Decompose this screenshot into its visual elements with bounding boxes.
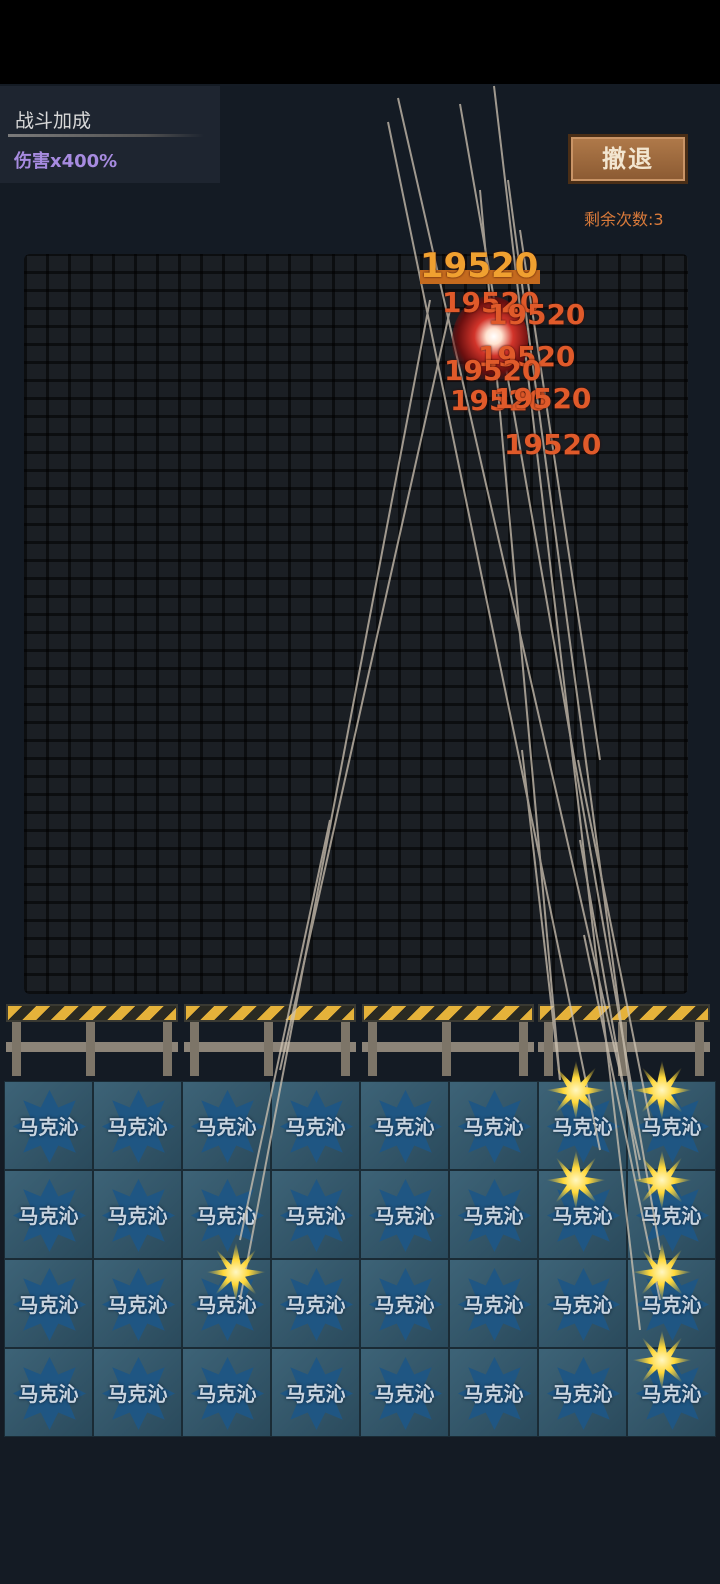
hero-slot[interactable]: 马克沁 bbox=[538, 1259, 627, 1348]
hero-name: 马克沁 bbox=[552, 1293, 613, 1317]
hero-grid: 马克沁 马克沁 马克沁 马克沁 马克沁 马克沁 马克沁 马克沁 马克沁 马克沁 马克沁 马克沁 马克沁马… bbox=[4, 1081, 716, 1437]
remaining-count: 剩余次数:3 bbox=[584, 210, 664, 229]
hero-name: 马克沁 bbox=[552, 1382, 613, 1406]
hero-slot[interactable]: 马克沁 bbox=[449, 1081, 538, 1170]
retreat-button[interactable]: 撤退 bbox=[568, 134, 688, 184]
damage-number: 19520 bbox=[494, 382, 592, 415]
battle-field bbox=[24, 254, 688, 994]
hero-name: 马克沁 bbox=[285, 1382, 346, 1406]
hero-slot[interactable]: 马克沁 bbox=[271, 1348, 360, 1437]
hero-name: 马克沁 bbox=[196, 1382, 257, 1406]
hero-name: 马克沁 bbox=[18, 1204, 79, 1228]
barricade bbox=[538, 1004, 710, 1076]
hero-slot[interactable]: 马克沁 bbox=[271, 1259, 360, 1348]
hero-name: 马克沁 bbox=[107, 1293, 168, 1317]
hero-slot[interactable]: 马克沁 bbox=[182, 1348, 271, 1437]
hero-name: 马克沁 bbox=[285, 1204, 346, 1228]
damage-multiplier: 伤害x400% bbox=[14, 151, 118, 172]
hero-name: 马克沁 bbox=[107, 1204, 168, 1228]
hero-name: 马克沁 bbox=[374, 1382, 435, 1406]
hero-slot[interactable]: 马克沁 bbox=[4, 1348, 93, 1437]
battle-bonus-panel: 战斗加成 伤害x400% bbox=[0, 86, 220, 183]
battle-bonus-title: 战斗加成 bbox=[15, 110, 92, 132]
hero-name: 马克沁 bbox=[463, 1382, 524, 1406]
hero-name: 马克沁 bbox=[463, 1293, 524, 1317]
hero-name: 马克沁 bbox=[641, 1115, 702, 1139]
hero-slot[interactable]: 马克沁 bbox=[182, 1170, 271, 1259]
hero-slot[interactable]: 马克沁 bbox=[4, 1259, 93, 1348]
hero-name: 马克沁 bbox=[18, 1293, 79, 1317]
hero-name: 马克沁 bbox=[374, 1204, 435, 1228]
barricade bbox=[184, 1004, 356, 1076]
divider bbox=[8, 134, 204, 137]
hero-name: 马克沁 bbox=[463, 1204, 524, 1228]
hero-slot[interactable]: 马克沁 bbox=[360, 1259, 449, 1348]
hero-name: 马克沁 bbox=[18, 1382, 79, 1406]
barricade bbox=[6, 1004, 178, 1076]
damage-number: 19520 bbox=[504, 428, 602, 461]
hero-slot[interactable]: 马克沁 bbox=[449, 1170, 538, 1259]
hero-slot[interactable]: 马克沁 bbox=[93, 1259, 182, 1348]
hero-slot[interactable]: 马克沁 bbox=[93, 1348, 182, 1437]
hero-name: 马克沁 bbox=[285, 1115, 346, 1139]
hero-name: 马克沁 bbox=[196, 1204, 257, 1228]
hero-slot[interactable]: 马克沁 bbox=[360, 1170, 449, 1259]
damage-number: 19520 bbox=[488, 298, 586, 331]
barricade-row bbox=[6, 1004, 714, 1076]
barricade bbox=[362, 1004, 534, 1076]
hero-slot[interactable]: 马克沁 bbox=[93, 1170, 182, 1259]
hero-slot[interactable]: 马克沁 bbox=[449, 1348, 538, 1437]
hero-slot[interactable]: 马克沁 bbox=[4, 1081, 93, 1170]
hero-slot[interactable]: 马克沁 bbox=[538, 1348, 627, 1437]
hero-slot[interactable]: 马克沁 bbox=[93, 1081, 182, 1170]
hero-slot[interactable]: 马克沁 bbox=[4, 1170, 93, 1259]
hero-slot[interactable]: 马克沁 bbox=[360, 1081, 449, 1170]
hero-slot[interactable]: 马克沁 bbox=[360, 1348, 449, 1437]
hero-name: 马克沁 bbox=[18, 1115, 79, 1139]
hero-name: 马克沁 bbox=[463, 1115, 524, 1139]
hero-slot[interactable]: 马克沁 bbox=[271, 1170, 360, 1259]
hero-slot[interactable]: 马克沁 bbox=[182, 1081, 271, 1170]
hero-name: 马克沁 bbox=[374, 1115, 435, 1139]
damage-number: 19520 bbox=[420, 246, 539, 286]
hero-name: 马克沁 bbox=[374, 1293, 435, 1317]
hero-slot[interactable]: 马克沁 bbox=[449, 1259, 538, 1348]
hero-slot[interactable]: 马克沁 bbox=[271, 1081, 360, 1170]
hero-name: 马克沁 bbox=[107, 1115, 168, 1139]
status-bar bbox=[0, 0, 720, 84]
hero-name: 马克沁 bbox=[285, 1293, 346, 1317]
hero-name: 马克沁 bbox=[196, 1115, 257, 1139]
hero-name: 马克沁 bbox=[107, 1382, 168, 1406]
